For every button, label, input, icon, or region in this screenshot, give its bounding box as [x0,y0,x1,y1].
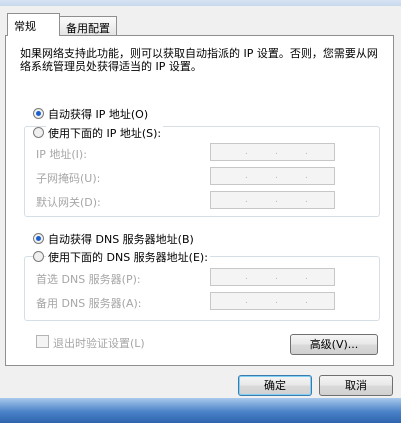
ok-button[interactable]: 确定 [238,375,312,396]
validate-checkbox[interactable] [36,335,49,348]
tab-general-label: 常规 [14,20,36,33]
validate-label: 退出时验证设置(L) [53,337,145,350]
description-text: 如果网络支持此功能，则可以获取自动指派的 IP 设置。否则，您需要从网络系统管理… [20,47,378,73]
ip-manual-label[interactable]: 使用下面的 IP 地址(S): [46,125,164,141]
ip-manual-radio[interactable] [33,127,44,138]
alternate-dns-label: 备用 DNS 服务器(A): [36,297,142,310]
ip-address-label: IP 地址(I): [36,148,87,161]
ip-auto-label[interactable]: 自动获得 IP 地址(O) [48,106,148,122]
cancel-button-label: 取消 [345,379,367,392]
ip-auto-radio[interactable] [33,108,44,119]
cancel-button[interactable]: 取消 [319,375,393,396]
dns-auto-label[interactable]: 自动获得 DNS 服务器地址(B) [48,231,194,247]
ok-button-label: 确定 [264,379,286,392]
preferred-dns-label: 首选 DNS 服务器(P): [36,273,141,286]
dns-manual-radio[interactable] [33,251,44,262]
tab-alternate-config[interactable]: 备用配置 [59,16,117,36]
tab-alternate-config-label: 备用配置 [66,22,110,35]
tab-general[interactable]: 常规 [7,13,60,36]
advanced-button-label: 高级(V)... [309,338,359,351]
radio-selected-dot [36,111,41,116]
subnet-mask-label: 子网掩码(U): [36,172,101,185]
advanced-button[interactable]: 高级(V)... [290,334,378,355]
default-gateway-label: 默认网关(D): [36,196,101,209]
alternate-dns-input[interactable]: ... [210,292,335,310]
dns-manual-label[interactable]: 使用下面的 DNS 服务器地址(E): [46,249,210,265]
title-strip [0,0,401,6]
subnet-mask-input[interactable]: ... [210,167,335,185]
taskbar-strip [0,398,401,423]
dns-group-box [24,256,380,321]
dns-auto-radio[interactable] [33,233,44,244]
radio-selected-dot [36,236,41,241]
preferred-dns-input[interactable]: ... [210,268,335,286]
ip-address-input[interactable]: ... [210,143,335,161]
default-gateway-input[interactable]: ... [210,191,335,209]
